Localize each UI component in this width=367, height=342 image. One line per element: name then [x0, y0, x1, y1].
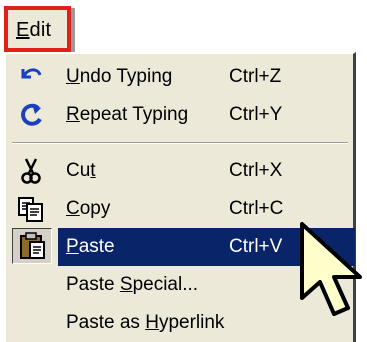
- paste-icon-box: [12, 228, 52, 264]
- menu-item-shortcut: Ctrl+Z: [229, 66, 282, 87]
- menu-item-shortcut: Ctrl+V: [229, 236, 283, 257]
- menu-item-label: Cut: [66, 160, 96, 181]
- menu-item-label: Paste: [66, 236, 115, 257]
- paste-icon: [18, 232, 48, 265]
- menu-item-undo-typing[interactable]: Undo Typing Ctrl+Z: [6, 58, 353, 96]
- menu-item-label: Paste as Hyperlink: [66, 312, 225, 333]
- menu-item-shortcut: Ctrl+C: [229, 198, 284, 219]
- menu-item-shortcut: Ctrl+Y: [229, 104, 283, 125]
- undo-icon: [16, 63, 46, 91]
- menu-item-label: Undo Typing: [66, 66, 173, 87]
- scissors-icon: [16, 157, 46, 185]
- menu-item-shortcut: Ctrl+X: [229, 160, 283, 181]
- menu-item-label: Repeat Typing: [66, 104, 189, 125]
- menu-separator: [12, 142, 348, 144]
- edit-menu-header[interactable]: Edit: [4, 6, 71, 52]
- menu-header-shadow: [71, 8, 75, 54]
- redo-icon: [16, 101, 46, 129]
- edit-menu-title: Edit: [16, 19, 52, 41]
- menu-item-label: Copy: [66, 198, 111, 219]
- menu-item-label: Paste Special...: [66, 274, 199, 295]
- mouse-pointer-icon: [300, 222, 362, 316]
- menu-item-cut[interactable]: Cut Ctrl+X: [6, 152, 353, 190]
- copy-icon: [16, 195, 46, 223]
- menu-item-repeat-typing[interactable]: Repeat Typing Ctrl+Y: [6, 96, 353, 134]
